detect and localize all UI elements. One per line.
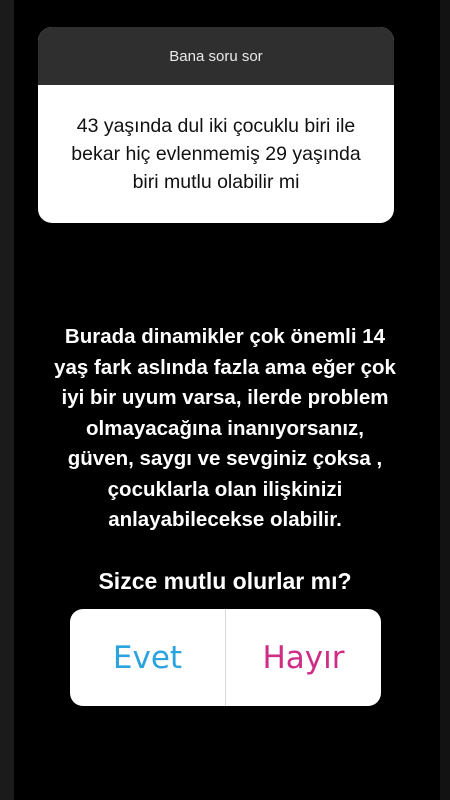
poll-question: Sizce mutlu olurlar mı?: [98, 568, 352, 594]
poll-option-yes[interactable]: Evet: [70, 609, 225, 706]
story-frame: Bana soru sor 43 yaşında dul iki çocuklu…: [0, 0, 450, 800]
question-sticker-header: Bana soru sor: [38, 27, 394, 85]
poll-sticker: Evet Hayır: [70, 609, 381, 706]
poll-option-no[interactable]: Hayır: [226, 609, 381, 706]
question-text: 43 yaşında dul iki çocuklu biri ile beka…: [71, 115, 361, 193]
question-sticker: Bana soru sor 43 yaşında dul iki çocuklu…: [38, 27, 394, 223]
answer-text: Burada dinamikler çok önemli 14 yaş fark…: [54, 325, 396, 531]
